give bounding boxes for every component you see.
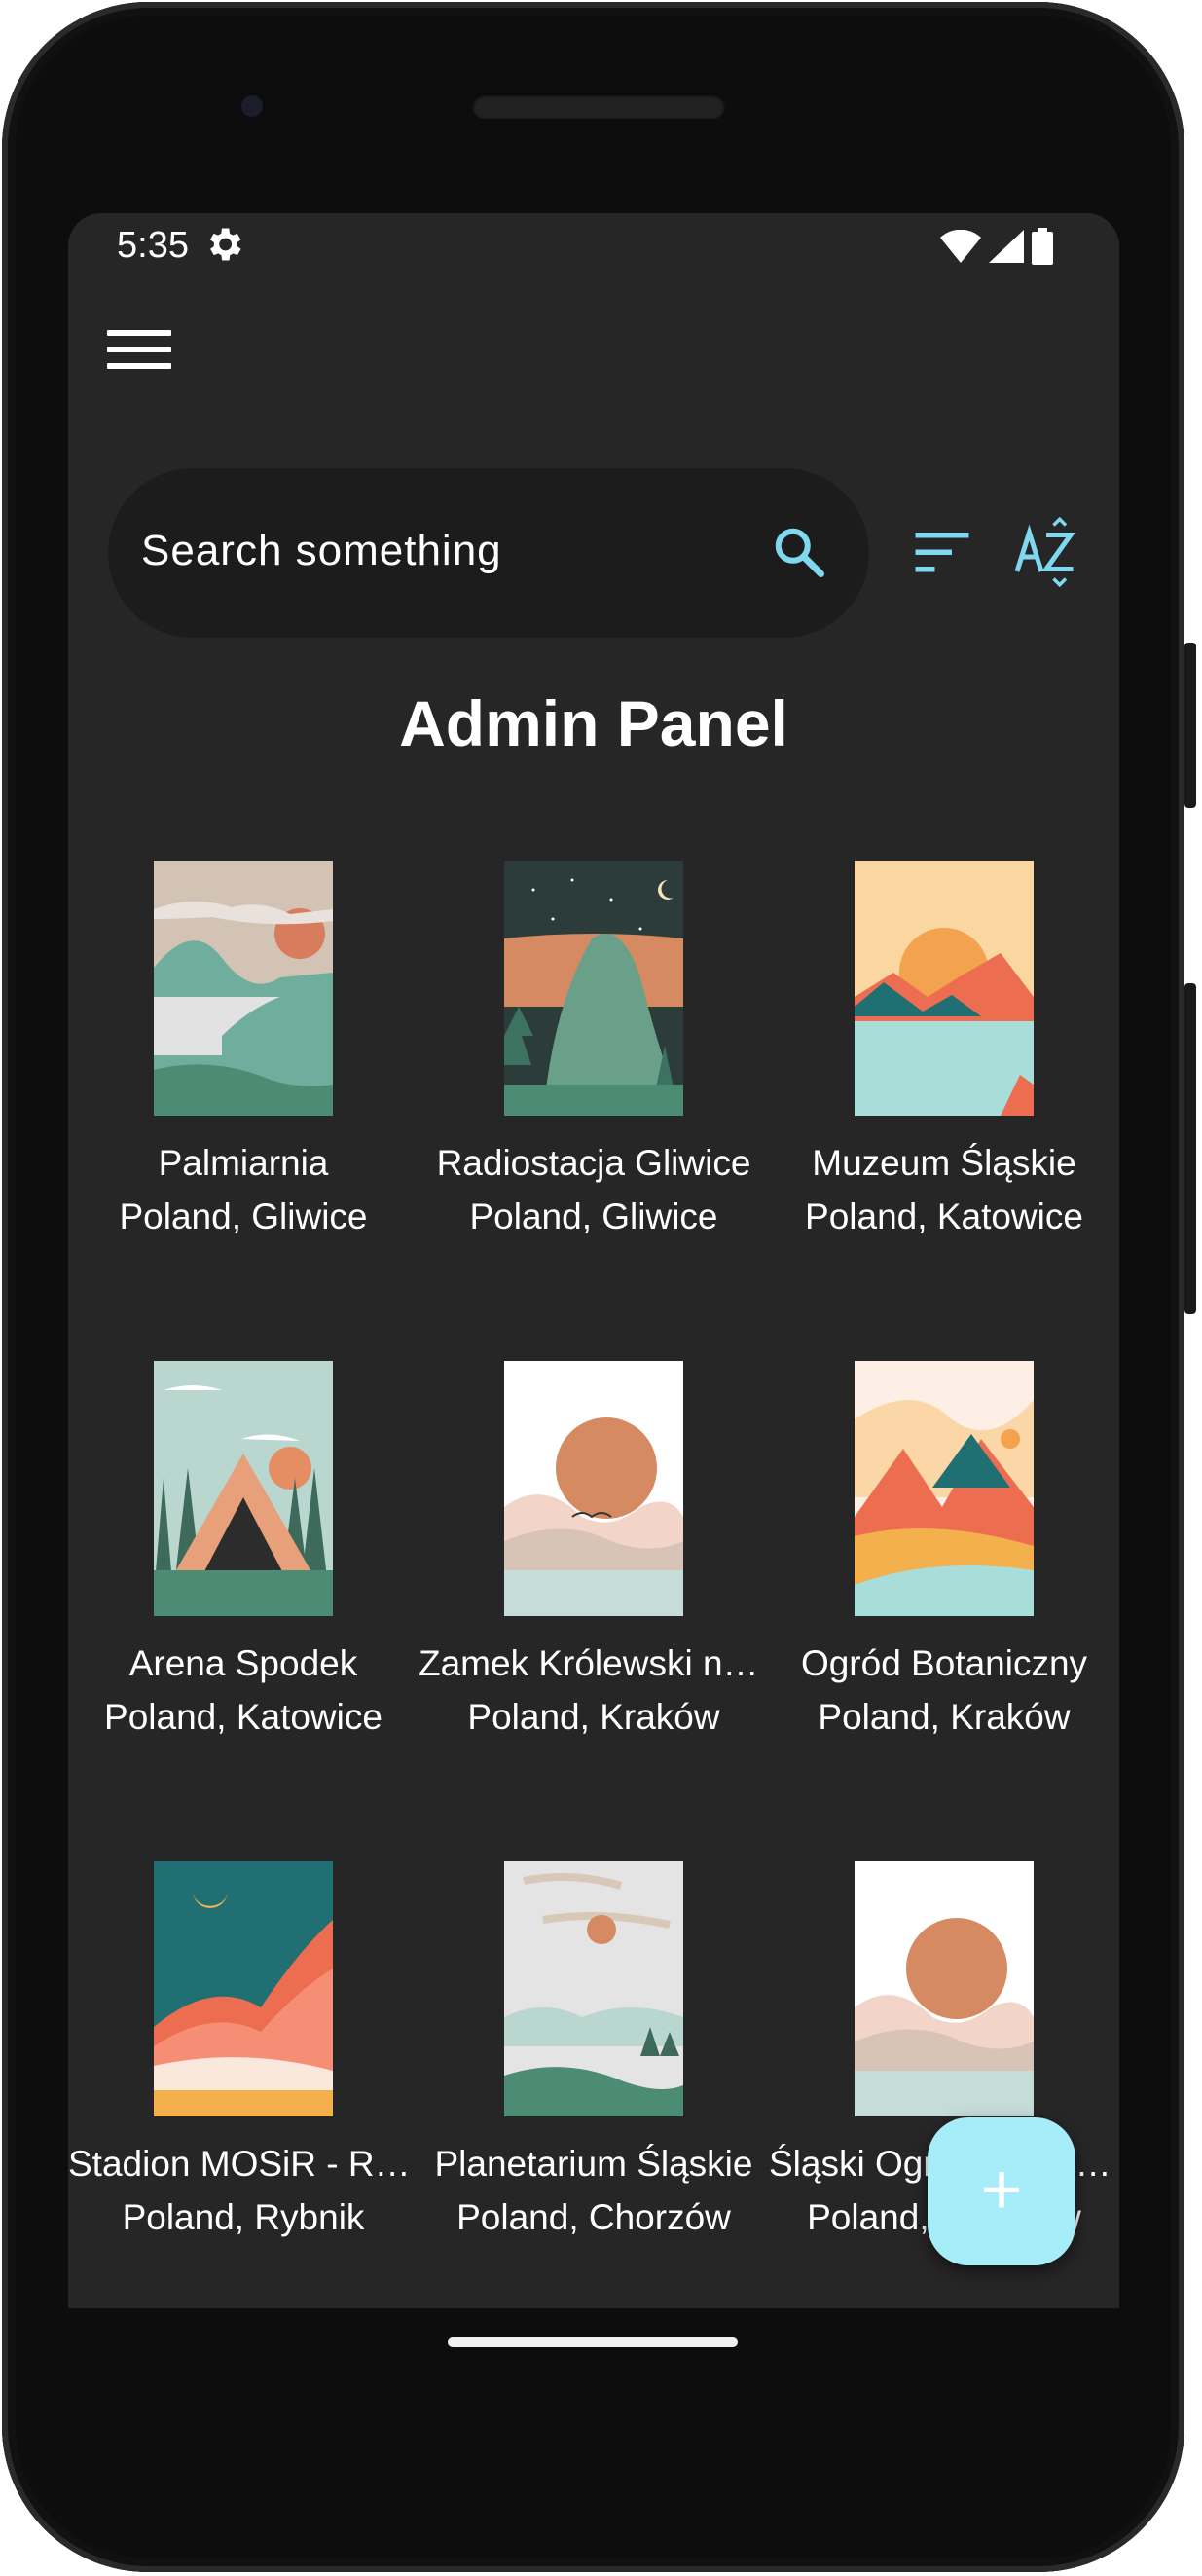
earpiece-speaker [472,93,725,119]
place-name: Stadion MOSiR - Rybnik [68,2144,419,2184]
place-thumbnail [855,861,1034,1116]
home-indicator[interactable] [448,2337,738,2347]
place-thumbnail [855,1361,1034,1616]
volume-button [1184,983,1196,1314]
place-thumbnail [504,1361,683,1616]
place-card[interactable]: Planetarium Śląskie Poland, Chorzów [419,1861,769,2308]
place-location: Poland, Gliwice [119,1196,368,1236]
search-icon[interactable] [770,523,828,581]
hamburger-menu-icon[interactable] [107,330,171,379]
search-bar[interactable]: Search something [108,468,869,638]
place-name: Muzeum Śląskie [812,1143,1076,1183]
place-card[interactable]: Ogród Botaniczny Poland, Kraków [769,1361,1119,1848]
place-card[interactable]: Palmiarnia Poland, Gliwice [68,861,419,1347]
place-thumbnail [504,861,683,1116]
place-thumbnail [154,1361,333,1616]
sort-icon[interactable] [913,523,971,581]
status-bar: 5:35 [68,213,1119,277]
place-name: Arena Spodek [128,1643,358,1683]
place-location: Poland, Katowice [805,1196,1083,1236]
place-name: Palmiarnia [158,1143,329,1183]
place-location: Poland, Kraków [818,1697,1071,1737]
place-location: Poland, Rybnik [122,2197,365,2237]
place-card[interactable]: Radiostacja Gliwice Poland, Gliwice [419,861,769,1347]
place-name: Ogród Botaniczny [800,1643,1088,1683]
place-card[interactable]: Stadion MOSiR - Rybnik Poland, Rybnik [68,1861,419,2308]
search-input[interactable]: Search something [141,527,502,575]
place-name: Planetarium Śląskie [434,2144,753,2184]
page-title: Admin Panel [399,687,788,759]
place-location: Poland, Chorzów [456,2197,731,2237]
place-name: Zamek Królewski na Wawelu [419,1643,769,1683]
wifi-icon [940,230,981,263]
app-screen: 5:35 Search something Admin Panel Palmia… [68,213,1119,2308]
sort-az-icon[interactable] [1012,517,1080,587]
place-location: Poland, Kraków [467,1697,720,1737]
place-thumbnail [504,1861,683,2116]
place-thumbnail [154,1861,333,2116]
power-button [1184,643,1196,808]
front-camera [236,90,269,123]
battery-icon [1032,228,1053,265]
place-card[interactable]: Zamek Królewski na Wawelu Poland, Kraków [419,1361,769,1848]
signal-icon [989,230,1024,263]
place-card[interactable]: Arena Spodek Poland, Katowice [68,1361,419,1848]
place-location: Poland, Katowice [104,1697,382,1737]
status-time: 5:35 [117,225,189,266]
place-card[interactable]: Muzeum Śląskie Poland, Katowice [769,861,1119,1347]
place-name: Radiostacja Gliwice [436,1143,751,1183]
place-thumbnail [855,1861,1034,2116]
place-thumbnail [154,861,333,1116]
place-location: Poland, Gliwice [469,1196,718,1236]
gear-icon [209,228,241,261]
add-place-button[interactable]: + [928,2117,1075,2265]
